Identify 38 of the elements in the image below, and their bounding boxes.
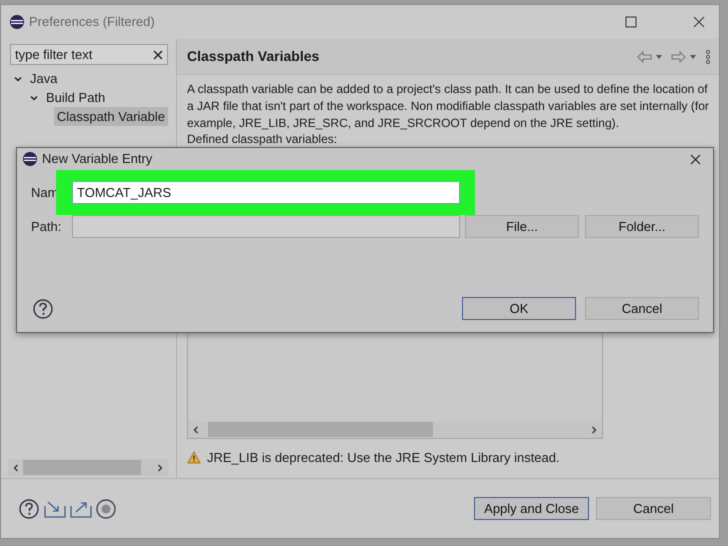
file-button[interactable]: File... bbox=[465, 215, 579, 238]
export-icon[interactable] bbox=[70, 500, 92, 518]
help-icon[interactable] bbox=[19, 498, 39, 518]
maximize-icon[interactable] bbox=[625, 16, 637, 28]
clear-icon[interactable] bbox=[153, 50, 163, 60]
folder-button[interactable]: Folder... bbox=[585, 215, 699, 238]
record-icon[interactable] bbox=[96, 498, 116, 518]
name-field[interactable]: TOMCAT_JARS bbox=[72, 181, 460, 204]
tree-item[interactable]: Java bbox=[27, 68, 60, 88]
page-title: Classpath Variables bbox=[187, 47, 320, 66]
more-icon[interactable] bbox=[705, 50, 711, 64]
filter-field[interactable]: type filter text bbox=[10, 44, 168, 65]
scrollbar-thumb[interactable] bbox=[208, 422, 433, 437]
path-field[interactable] bbox=[72, 215, 460, 238]
close-icon[interactable] bbox=[690, 154, 701, 164]
scrollbar-thumb[interactable] bbox=[23, 460, 141, 475]
forward-icon[interactable] bbox=[671, 50, 697, 62]
cancel-button[interactable]: Cancel bbox=[596, 497, 711, 520]
tree-item[interactable]: Build Path bbox=[43, 88, 108, 108]
apply-and-close-button[interactable]: Apply and Close bbox=[474, 497, 589, 520]
warning-icon bbox=[187, 451, 201, 464]
cancel-button[interactable]: Cancel bbox=[585, 297, 699, 320]
page-description: A classpath variable can be added to a project's class path. It can be used to define the location of a JAR file that isn't part of the workspace. Non modifiable classpath variables are set internally (for example, JRE_LIB, JRE_SRC, and JRE_SRCROOT depend on the JRE setting). bbox=[187, 81, 710, 132]
app-logo-icon bbox=[9, 14, 25, 30]
ok-button[interactable]: OK bbox=[462, 297, 576, 320]
dialog-logo-icon bbox=[22, 151, 38, 167]
dialog-title: New Variable Entry bbox=[42, 150, 152, 168]
window-title: Preferences (Filtered) bbox=[29, 13, 155, 32]
list-label: Defined classpath variables: bbox=[187, 132, 338, 147]
warning-message: JRE_LIB is deprecated: Use the JRE System Library instead. bbox=[207, 449, 560, 467]
import-icon[interactable] bbox=[44, 500, 66, 518]
close-icon[interactable] bbox=[693, 16, 705, 28]
back-icon[interactable] bbox=[637, 50, 663, 62]
horizontal-scrollbar[interactable] bbox=[8, 459, 168, 476]
horizontal-scrollbar[interactable] bbox=[188, 421, 602, 438]
tree-item[interactable]: Classpath Variable bbox=[54, 106, 168, 126]
help-icon[interactable] bbox=[33, 298, 53, 318]
path-label: Path: bbox=[31, 218, 62, 236]
